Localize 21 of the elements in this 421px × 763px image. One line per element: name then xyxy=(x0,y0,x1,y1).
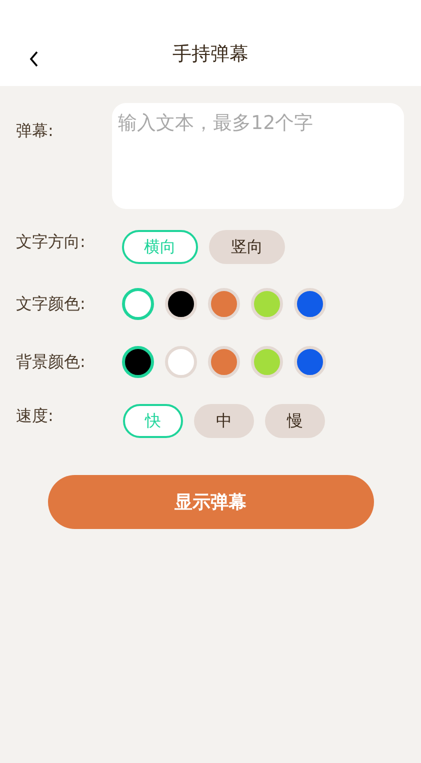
color-swatch[interactable] xyxy=(208,288,240,320)
field-label: 文字颜色: xyxy=(16,294,86,313)
color-swatch[interactable] xyxy=(122,288,154,320)
option-button[interactable]: 竖向 xyxy=(209,230,285,264)
color-swatch[interactable] xyxy=(165,346,197,378)
color-swatch[interactable] xyxy=(122,346,154,378)
option-button[interactable]: 慢 xyxy=(265,404,325,438)
field-label: 背景颜色: xyxy=(16,352,86,371)
option-button[interactable]: 中 xyxy=(194,404,254,438)
text-input-field[interactable]: 输入文本，最多12个字 xyxy=(112,103,404,209)
color-swatch[interactable] xyxy=(251,288,283,320)
color-swatch[interactable] xyxy=(251,346,283,378)
color-swatch[interactable] xyxy=(208,346,240,378)
field-label: 速度: xyxy=(16,406,54,425)
back-icon xyxy=(28,50,40,68)
color-swatch[interactable] xyxy=(294,288,326,320)
page-title: 手持弹幕 xyxy=(172,43,248,65)
color-swatch[interactable] xyxy=(294,346,326,378)
field-label: 文字方向: xyxy=(16,232,86,251)
color-swatch[interactable] xyxy=(165,288,197,320)
field-label: 弹幕: xyxy=(16,121,54,140)
